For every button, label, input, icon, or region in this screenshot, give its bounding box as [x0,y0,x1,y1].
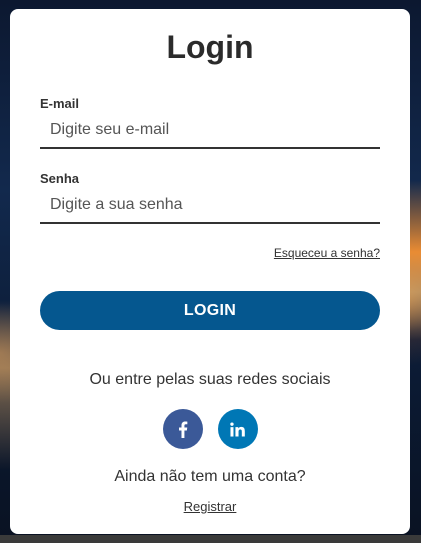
social-login-prompt: Ou entre pelas suas redes sociais [89,371,331,388]
facebook-icon [178,420,187,438]
email-field-group: E-mail [40,96,380,149]
email-label: E-mail [40,96,80,111]
login-button[interactable]: LOGIN [40,291,380,330]
facebook-login-button[interactable] [162,409,203,449]
register-link[interactable]: Registrar [184,499,237,514]
login-card: Login E-mail Senha Esqueceu a senha? LOG… [10,9,410,534]
password-label: Senha [40,171,80,186]
register-row: Registrar [10,499,410,514]
password-field-group: Senha [40,171,380,224]
password-field[interactable] [40,190,380,224]
forgot-password-link[interactable]: Esqueceu a senha? [274,246,380,260]
no-account-text: Ainda não tem uma conta? [114,468,306,485]
bottom-bar [0,535,421,543]
page-title: Login [166,29,254,65]
social-buttons [10,409,410,449]
linkedin-icon [230,421,245,437]
email-field[interactable] [40,115,380,149]
linkedin-login-button[interactable] [217,409,258,449]
background-light-glow [0,300,10,470]
